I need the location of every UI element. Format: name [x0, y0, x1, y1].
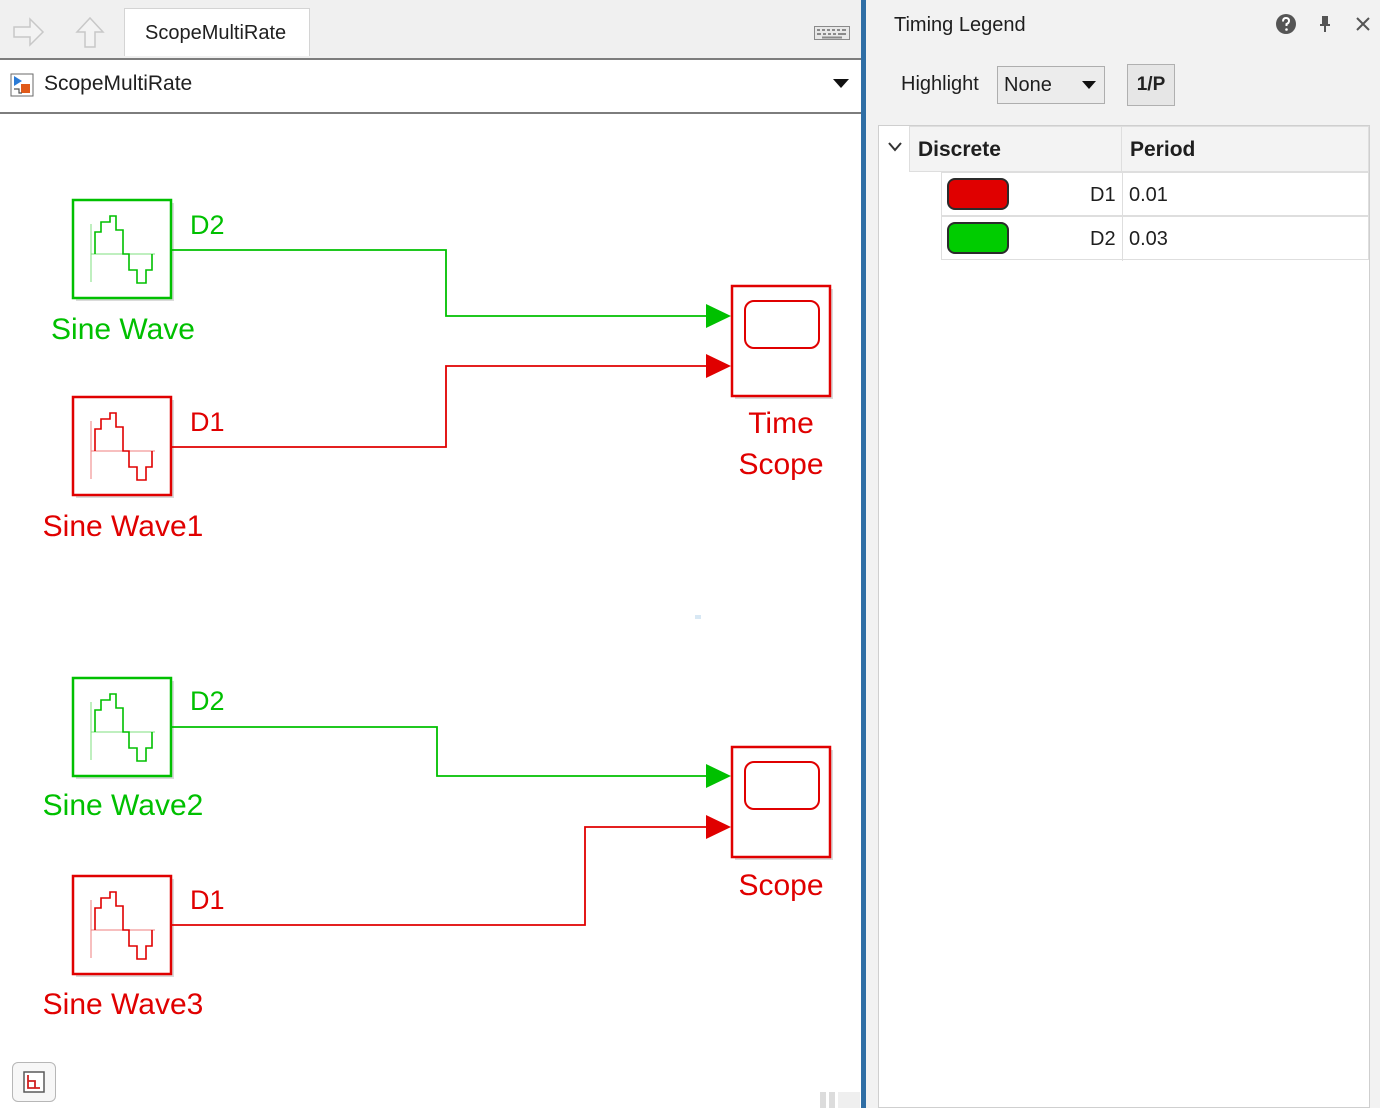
scope-block[interactable]	[730, 745, 833, 860]
rate-color-swatch	[947, 222, 1009, 254]
block-label-sine-wave2[interactable]: Sine Wave2	[43, 789, 204, 822]
column-header-discrete[interactable]: Discrete	[909, 126, 1123, 172]
time-scope-block[interactable]	[730, 284, 833, 399]
keyboard-icon[interactable]	[814, 26, 850, 40]
signal-label-d1[interactable]: D1	[190, 885, 225, 915]
breadcrumb[interactable]: ScopeMultiRate	[44, 72, 192, 96]
rate-period: 0.01	[1129, 184, 1168, 206]
block-label-sine-wave[interactable]: Sine Wave	[51, 313, 195, 346]
model-browser-icon	[23, 1071, 45, 1093]
legend-row-d2[interactable]: D2 0.03	[941, 216, 1369, 261]
legend-table: Discrete Period D1 0.01 D2 0.03	[878, 125, 1370, 1108]
up-arrow-icon[interactable]	[72, 14, 108, 50]
signal-line-d2-bottom[interactable]	[172, 726, 731, 788]
chevron-down-icon[interactable]	[832, 78, 850, 90]
editor-tabstrip: ScopeMultiRate	[0, 0, 862, 60]
highlight-label: Highlight	[901, 73, 979, 95]
signal-line-d1-bottom[interactable]	[172, 815, 731, 926]
chevron-down-icon[interactable]	[887, 141, 903, 153]
rate-period: 0.03	[1129, 228, 1168, 250]
legend-header-row: Discrete Period	[879, 126, 1369, 172]
signal-label-d2[interactable]: D2	[190, 686, 225, 716]
signal-label-d2[interactable]: D2	[190, 210, 225, 240]
close-icon[interactable]	[1354, 13, 1372, 35]
legend-row-d1[interactable]: D1 0.01	[941, 172, 1369, 217]
hide-show-explorer-button[interactable]	[12, 1062, 56, 1102]
pin-icon[interactable]	[1318, 13, 1332, 35]
signal-line-d1-top[interactable]	[172, 354, 731, 448]
help-icon[interactable]	[1275, 13, 1297, 35]
sine-wave3-block[interactable]	[71, 874, 174, 977]
column-header-period[interactable]: Period	[1121, 126, 1369, 172]
highlight-selected-value: None	[1004, 74, 1052, 96]
reciprocal-button-label: 1/P	[1136, 74, 1166, 95]
show-value-as-frequency-button[interactable]: 1/P	[1127, 64, 1175, 106]
signal-line-d2-top[interactable]	[172, 249, 731, 328]
block-label-time-scope-line2[interactable]: Scope	[738, 448, 823, 481]
rate-name: D1	[1090, 184, 1116, 206]
rate-color-swatch	[947, 178, 1009, 210]
back-arrow-icon[interactable]	[10, 14, 46, 50]
model-breadcrumb-bar: ScopeMultiRate	[0, 60, 862, 114]
signal-label-d1[interactable]: D1	[190, 407, 225, 437]
resize-grip-icon[interactable]	[820, 1090, 860, 1108]
sine-wave1-block[interactable]	[71, 395, 174, 498]
block-diagram: D2 D1 D2 D1 Sine Wave Sine Wave1 Sine Wa…	[43, 198, 833, 1021]
block-label-sine-wave3[interactable]: Sine Wave3	[43, 988, 204, 1021]
chevron-down-icon	[1082, 81, 1096, 89]
block-label-sine-wave1[interactable]: Sine Wave1	[43, 510, 204, 543]
panel-title: Timing Legend	[894, 14, 1026, 36]
canvas-marker	[695, 615, 701, 619]
model-canvas[interactable]: D2 D1 D2 D1 Sine Wave Sine Wave1 Sine Wa…	[0, 114, 862, 1108]
highlight-dropdown[interactable]: None	[997, 66, 1105, 104]
sine-wave-block[interactable]	[71, 198, 174, 301]
rate-name: D2	[1090, 228, 1116, 250]
block-label-time-scope-line1[interactable]: Time	[748, 407, 814, 440]
panel-tools	[1275, 12, 1372, 35]
model-editor: ScopeMultiRate ScopeMultiRate D2 D1 D2 D…	[0, 0, 862, 1108]
timing-legend-panel: Timing Legend Highlight None 1/P Discret…	[866, 0, 1380, 1108]
tab-scopemultirate[interactable]: ScopeMultiRate	[124, 8, 310, 56]
block-label-scope[interactable]: Scope	[738, 869, 823, 902]
simulink-model-icon	[10, 73, 34, 97]
sine-wave2-block[interactable]	[71, 676, 174, 779]
